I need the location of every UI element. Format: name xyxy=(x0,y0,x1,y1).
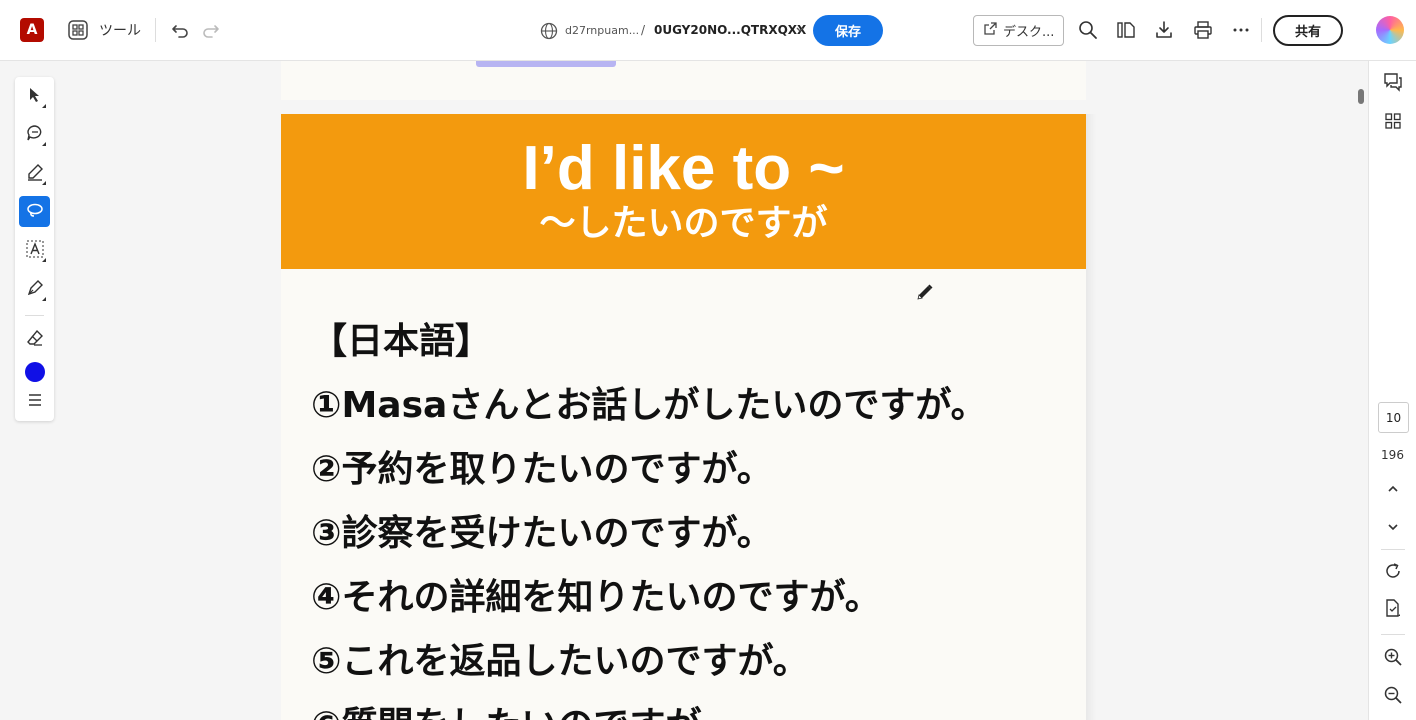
zoom-out-button[interactable] xyxy=(1381,685,1405,709)
phrase-line: ②予約を取りたいのですが。 xyxy=(311,449,773,490)
save-button[interactable]: 保存 xyxy=(813,15,883,46)
highlighter-icon xyxy=(26,163,44,185)
comments-icon xyxy=(1383,72,1403,96)
rotate-button[interactable] xyxy=(1381,561,1405,585)
open-desktop-label: デスク... xyxy=(1003,25,1055,40)
open-desktop-button[interactable]: デスク... xyxy=(973,15,1064,46)
phrase-line: ⑥質問をしたいのですが。 xyxy=(311,704,737,720)
line-weight-icon xyxy=(27,392,43,411)
download-icon[interactable] xyxy=(1153,19,1175,41)
rail-divider xyxy=(1381,634,1405,635)
highlight-tool[interactable] xyxy=(19,158,50,189)
chevron-up-icon xyxy=(1387,478,1399,497)
redo-icon[interactable] xyxy=(201,20,221,40)
acrobat-logo-icon[interactable]: A xyxy=(20,18,44,42)
document-domain: d27rnpuam... xyxy=(565,23,640,37)
page-shadow xyxy=(1086,114,1096,720)
more-options-icon[interactable] xyxy=(1230,19,1252,41)
lasso-icon xyxy=(26,201,44,223)
cursor-arrow-icon xyxy=(27,87,43,107)
pencil-cursor-icon xyxy=(917,284,933,300)
zoom-out-icon xyxy=(1384,686,1402,708)
toolbar-divider xyxy=(155,18,156,42)
eraser-tool[interactable] xyxy=(19,324,50,355)
color-swatch xyxy=(24,361,45,382)
rotate-icon xyxy=(1384,562,1402,584)
text-box-icon xyxy=(26,240,44,262)
banner-english-title: I’d like to ~ xyxy=(522,134,845,203)
tools-menu-label[interactable]: ツール xyxy=(99,19,141,41)
path-separator: / xyxy=(641,23,646,37)
vertical-scrollbar-thumb[interactable] xyxy=(1358,89,1364,104)
draw-tool[interactable] xyxy=(19,274,50,305)
previous-page-bottom xyxy=(281,61,1086,100)
document-filename[interactable]: 0UGY20NO...QTRXQXX xyxy=(654,21,806,39)
pdf-page: I’d like to ~ ～したいのですが 【日本語】 ①Masaさんとお話し… xyxy=(281,114,1086,720)
rail-divider xyxy=(1381,549,1405,550)
lasso-tool[interactable] xyxy=(19,196,50,227)
chevron-down-icon[interactable] xyxy=(794,22,806,38)
title-banner: I’d like to ~ ～したいのですが xyxy=(281,114,1086,269)
annotation-toolbar xyxy=(15,77,54,421)
next-page-button[interactable] xyxy=(1381,513,1405,537)
eraser-icon xyxy=(26,329,44,351)
grid-icon xyxy=(1385,113,1401,133)
globe-icon xyxy=(540,22,558,40)
top-toolbar: A ツール d27rnpuam... / 0UGY20NO...QTRXQXX … xyxy=(0,0,1416,61)
document-page-icon xyxy=(1384,599,1402,621)
tools-grid-icon[interactable] xyxy=(68,20,88,40)
stroke-width-tool[interactable] xyxy=(19,386,50,417)
print-icon[interactable] xyxy=(1192,19,1214,41)
phrase-line: ①Masaさんとお話しがしたいのですが。 xyxy=(311,385,987,426)
phrase-line: ③診察を受けたいのですが。 xyxy=(311,513,773,554)
undo-icon[interactable] xyxy=(170,20,190,40)
select-tool[interactable] xyxy=(19,81,50,112)
color-picker[interactable] xyxy=(19,356,50,387)
search-icon[interactable] xyxy=(1077,19,1099,41)
comment-tool[interactable] xyxy=(19,119,50,150)
banner-japanese-title: ～したいのですが xyxy=(539,203,828,244)
comments-panel-button[interactable] xyxy=(1381,72,1405,96)
previous-page-button[interactable] xyxy=(1381,475,1405,499)
text-tool[interactable] xyxy=(19,235,50,266)
zoom-in-icon xyxy=(1384,648,1402,670)
page-organize-icon[interactable] xyxy=(1115,19,1137,41)
highlight-annotation xyxy=(476,61,616,67)
thumbnails-panel-button[interactable] xyxy=(1381,111,1405,135)
avatar[interactable] xyxy=(1376,16,1404,44)
tool-divider xyxy=(25,315,44,316)
external-link-icon xyxy=(984,22,997,39)
comment-icon xyxy=(26,124,44,146)
phrase-line: ⑤これを返品したいのですが。 xyxy=(311,641,809,682)
toolbar-divider xyxy=(1261,18,1262,42)
right-panel-rail: 10 196 xyxy=(1368,61,1416,720)
phrase-line: ④それの詳細を知りたいのですが。 xyxy=(311,577,881,618)
share-button[interactable]: 共有 xyxy=(1273,15,1343,46)
page-options-button[interactable] xyxy=(1381,598,1405,622)
zoom-in-button[interactable] xyxy=(1381,647,1405,671)
total-pages: 196 xyxy=(1381,448,1404,462)
chevron-down-icon xyxy=(1387,516,1399,535)
pen-icon xyxy=(26,279,44,301)
current-page-input[interactable]: 10 xyxy=(1378,402,1409,433)
section-heading: 【日本語】 xyxy=(311,321,492,362)
